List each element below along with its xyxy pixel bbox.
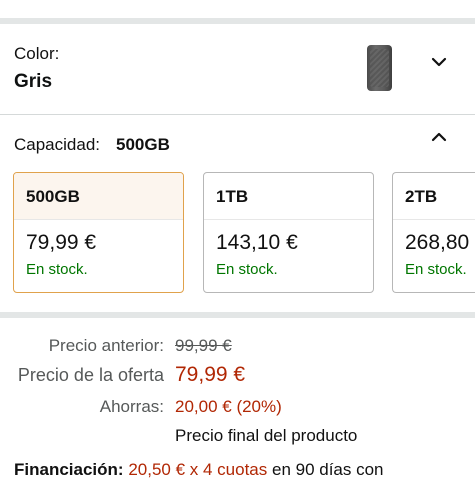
deal-price-label: Precio de la oferta [17, 365, 164, 385]
ssd-drive-thumbnail[interactable] [367, 45, 392, 91]
financing-suffix: en 90 días con [271, 460, 384, 479]
deal-price-value: 79,99 € [175, 363, 246, 386]
option-price: 268,80 [405, 231, 470, 254]
color-selector-row[interactable]: Color: Gris [0, 24, 475, 114]
option-size: 2TB [393, 173, 475, 220]
option-size: 1TB [204, 173, 373, 220]
chevron-down-icon[interactable] [428, 51, 450, 73]
savings-value: 20,00 € (20%) [175, 397, 282, 416]
capacity-value: 500GB [116, 135, 170, 154]
option-price: 79,99 € [26, 231, 97, 254]
previous-price-label: Precio anterior: [48, 336, 164, 355]
final-price-note: Precio final del producto [175, 426, 358, 445]
chevron-up-icon[interactable] [428, 126, 450, 148]
color-label: Color: [14, 44, 60, 63]
option-size: 500GB [14, 173, 183, 220]
previous-price-value: 99,99 € [175, 336, 232, 355]
section-separator-middle [0, 312, 475, 318]
savings-label: Ahorras: [99, 397, 164, 416]
financing-row: Financiación: 20,50 € x 4 cuotas en 90 d… [14, 460, 384, 480]
capacity-label: Capacidad: [14, 135, 101, 154]
capacity-option-500gb[interactable]: 500GB 79,99 € En stock. [13, 172, 184, 293]
capacity-selector-row: Capacidad: 500GB 500GB 79,99 € En stock.… [0, 115, 475, 315]
option-price: 143,10 € [216, 231, 298, 254]
financing-quota[interactable]: 20,50 € x 4 cuotas [128, 460, 267, 479]
option-stock: En stock. [26, 261, 88, 278]
capacity-option-1tb[interactable]: 1TB 143,10 € En stock. [203, 172, 374, 293]
option-stock: En stock. [405, 261, 467, 278]
color-value: Gris [14, 71, 53, 92]
financing-label: Financiación: [14, 460, 124, 479]
capacity-option-2tb[interactable]: 2TB 268,80 En stock. [392, 172, 475, 293]
option-stock: En stock. [216, 261, 278, 278]
